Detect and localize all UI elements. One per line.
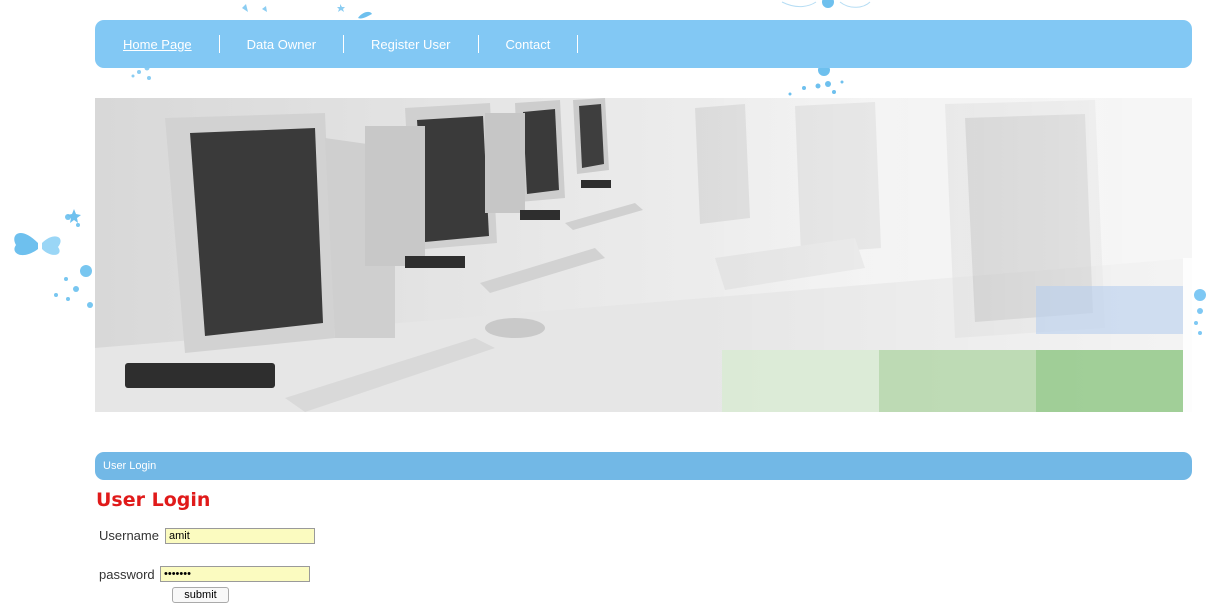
nav-separator (477, 35, 479, 53)
nav-separator (218, 35, 220, 53)
username-label: Username (99, 528, 159, 543)
username-input[interactable] (165, 528, 315, 544)
nav-contact-link[interactable]: Contact (496, 37, 561, 52)
password-label: password (99, 567, 155, 582)
nav-home-page-link[interactable]: Home Page (113, 37, 202, 52)
computer-lab-banner-image (95, 98, 1192, 412)
nav-menu: Home Page Data Owner Register User Conta… (95, 20, 1192, 68)
main-nav-bar: Home Page Data Owner Register User Conta… (95, 20, 1192, 68)
nav-data-owner-link[interactable]: Data Owner (237, 37, 326, 52)
butterfly-icon (242, 4, 372, 19)
nav-register-user-link[interactable]: Register User (361, 37, 460, 52)
password-input[interactable] (160, 566, 310, 582)
submit-button[interactable]: submit (172, 587, 229, 603)
login-heading: User Login (96, 489, 211, 511)
butterfly-icon (14, 209, 93, 308)
banner-slideshow (95, 98, 1192, 412)
nav-separator (343, 35, 345, 53)
nav-separator (577, 35, 579, 53)
section-header-bar: User Login (95, 452, 1192, 480)
